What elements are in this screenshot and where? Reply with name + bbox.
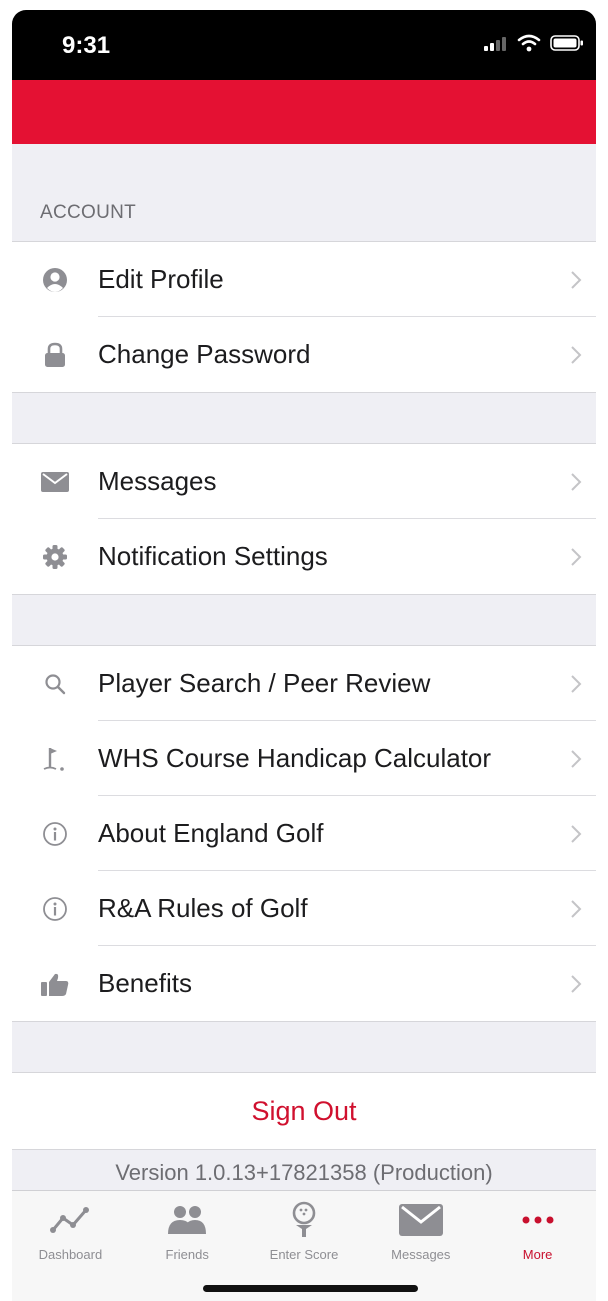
friends-icon [166,1201,208,1239]
app-screen: 9:31 ACCOUNT Edit Profile Change Passwor… [0,0,608,1301]
chevron-right-icon [556,674,596,694]
tools-group: Player Search / Peer Review WHS Course H… [12,646,596,1022]
messages-label: Messages [98,466,217,496]
version-text: Version 1.0.13+17821358 (Production) [115,1159,493,1185]
player-search-row[interactable]: Player Search / Peer Review [12,646,596,721]
tab-dashboard-label: Dashboard [38,1247,103,1262]
more-dots-icon [521,1201,555,1239]
tab-more[interactable]: More [479,1191,596,1271]
golf-tee-icon [290,1201,318,1239]
section-gap [12,1022,596,1073]
info-icon [12,796,98,871]
tab-enter-score[interactable]: Enter Score [246,1191,363,1271]
search-icon [12,646,98,721]
benefits-label: Benefits [98,968,192,998]
change-password-label: Change Password [98,339,311,369]
tab-enter-score-label: Enter Score [269,1247,339,1262]
about-england-golf-label: About England Golf [98,818,324,848]
wifi-icon [517,34,541,57]
section-gap [12,393,596,444]
cellular-signal-icon [482,35,508,56]
user-icon [12,242,98,317]
status-bar: 9:31 [12,10,596,80]
tab-more-label: More [522,1247,553,1262]
line-chart-icon [50,1201,90,1239]
chevron-right-icon [556,899,596,919]
battery-icon [550,34,584,57]
benefits-row[interactable]: Benefits [12,946,596,1021]
envelope-icon [12,444,98,519]
rules-of-golf-label: R&A Rules of Golf [98,893,308,923]
handicap-calculator-label: WHS Course Handicap Calculator [98,743,492,773]
settings-list: ACCOUNT Edit Profile Change Password Mes… [12,144,596,1195]
tab-friends[interactable]: Friends [129,1191,246,1271]
status-icons [482,34,584,57]
notification-settings-label: Notification Settings [98,541,328,571]
envelope-icon [398,1201,443,1239]
account-group: Edit Profile Change Password [12,242,596,393]
tab-messages-label: Messages [391,1247,451,1262]
edit-profile-label: Edit Profile [98,264,224,294]
chevron-right-icon [556,270,596,290]
sign-out-button[interactable]: Sign Out [251,1096,356,1127]
tab-messages[interactable]: Messages [362,1191,479,1271]
navigation-bar [12,80,596,144]
sign-out-row: Sign Out [12,1073,596,1150]
chevron-right-icon [556,472,596,492]
about-england-golf-row[interactable]: About England Golf [12,796,596,871]
change-password-row[interactable]: Change Password [12,317,596,392]
golf-flag-icon [12,721,98,796]
handicap-calculator-row[interactable]: WHS Course Handicap Calculator [12,721,596,796]
account-section-header: ACCOUNT [12,144,596,242]
chevron-right-icon [556,749,596,769]
lock-icon [12,317,98,392]
tab-dashboard[interactable]: Dashboard [12,1191,129,1271]
status-time: 9:31 [62,32,111,59]
home-indicator[interactable] [203,1285,418,1292]
section-gap [12,595,596,646]
chevron-right-icon [556,824,596,844]
communication-group: Messages Notification Settings [12,444,596,595]
thumbs-up-icon [12,946,98,1021]
notification-settings-row[interactable]: Notification Settings [12,519,596,594]
gear-icon [12,519,98,594]
info-icon [12,871,98,946]
chevron-right-icon [556,547,596,567]
rules-of-golf-row[interactable]: R&A Rules of Golf [12,871,596,946]
chevron-right-icon [556,345,596,365]
tab-friends-label: Friends [165,1247,209,1262]
chevron-right-icon [556,974,596,994]
messages-row[interactable]: Messages [12,444,596,519]
player-search-label: Player Search / Peer Review [98,668,431,698]
edit-profile-row[interactable]: Edit Profile [12,242,596,317]
